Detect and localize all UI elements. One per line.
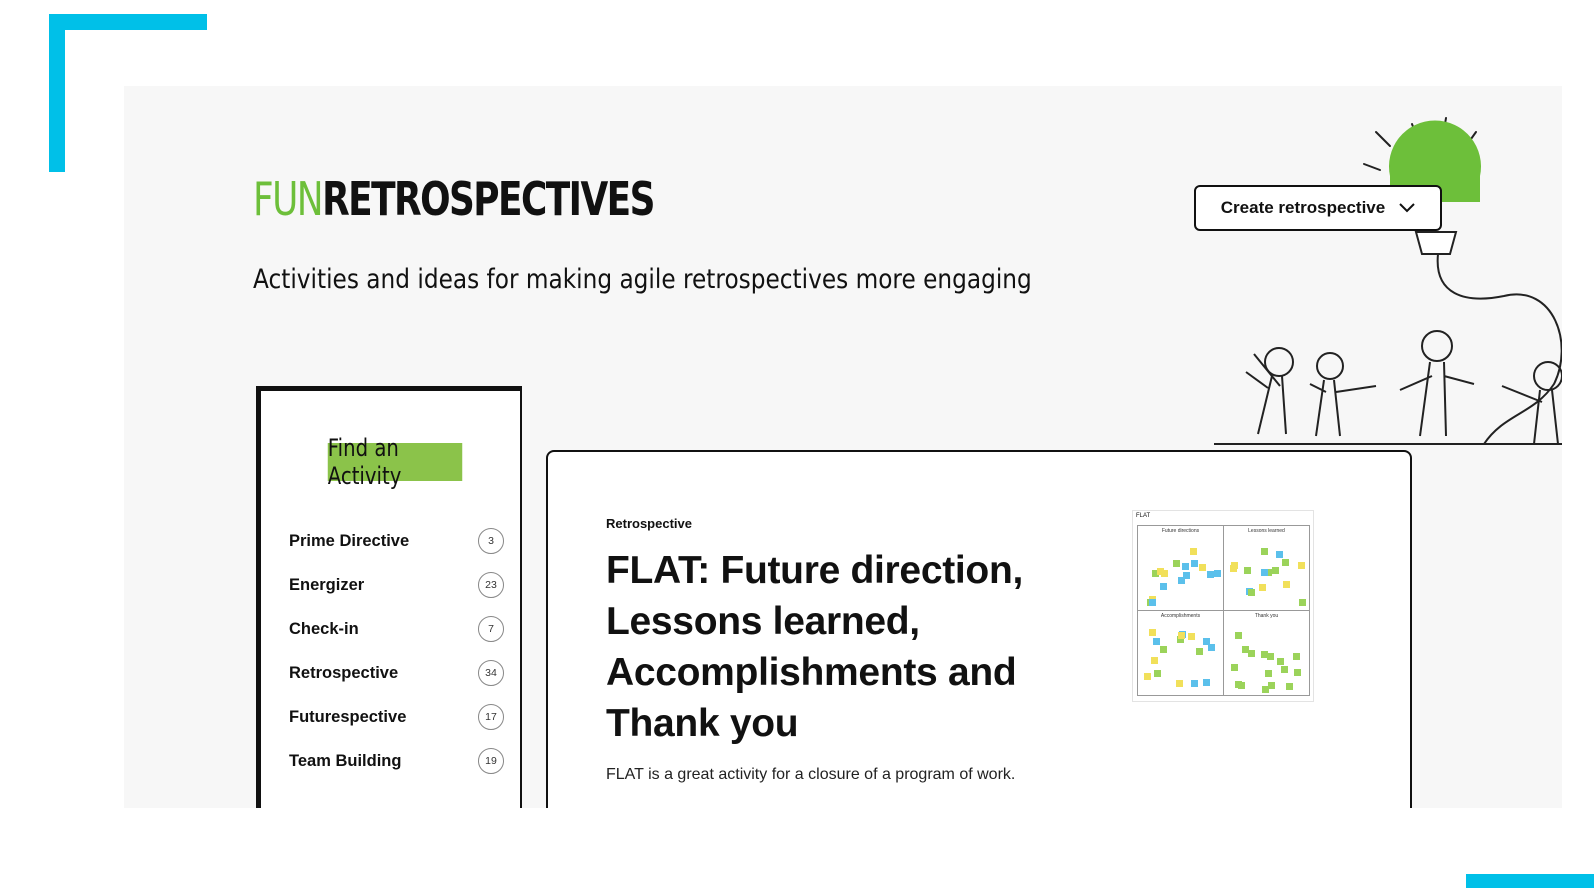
category-label: Retrospective: [289, 663, 399, 682]
sticky-note: [1190, 547, 1198, 555]
sticky-note: [1154, 670, 1162, 678]
quadrant-label: Lessons learned: [1248, 528, 1285, 534]
logo-fun: FUN: [253, 172, 324, 226]
activity-category: Retrospective: [606, 516, 692, 531]
activity-thumbnail[interactable]: FLAT Future directions Lessons learned A…: [1132, 510, 1314, 702]
sticky-note: [1294, 668, 1302, 676]
sticky-note: [1143, 673, 1151, 681]
category-list: Prime Directive 3 Energizer 23 Check-in …: [289, 519, 504, 783]
sticky-note: [1182, 562, 1190, 570]
sticky-note: [1198, 564, 1206, 572]
sticky-note: [1183, 572, 1191, 580]
sticky-note: [1152, 637, 1160, 645]
browser-viewport: FUNRETROSPECTIVES Activities and ideas f…: [124, 86, 1562, 808]
sticky-note: [1175, 680, 1183, 688]
sticky-note: [1191, 559, 1199, 567]
chevron-down-icon: [1399, 203, 1415, 213]
sticky-note: [1159, 645, 1167, 653]
activity-description: FLAT is a great activity for a closure o…: [606, 766, 1016, 783]
sticky-note: [1261, 569, 1269, 577]
create-retrospective-button[interactable]: Create retrospective: [1194, 185, 1442, 231]
logo-retrospectives: RETROSPECTIVES: [322, 172, 655, 226]
category-label: Prime Directive: [289, 531, 410, 550]
site-tagline: Activities and ideas for making agile re…: [253, 264, 1032, 295]
activity-title[interactable]: FLAT: Future direction, Lessons learned,…: [606, 545, 1076, 749]
corner-accent-bottom-right: [1466, 874, 1594, 888]
category-count-badge: 7: [478, 616, 504, 642]
category-count-badge: 3: [478, 528, 504, 554]
sticky-note: [1234, 632, 1242, 640]
sticky-note: [1178, 631, 1186, 639]
sticky-note: [1298, 598, 1306, 606]
category-retrospective[interactable]: Retrospective 34: [289, 651, 504, 695]
quadrant-label: Future directions: [1161, 528, 1200, 534]
sticky-note: [1190, 680, 1198, 688]
corner-accent-vertical: [49, 14, 65, 172]
sticky-note: [1285, 682, 1293, 690]
sticky-note: [1260, 548, 1268, 556]
sticky-note: [1292, 652, 1300, 660]
board-title: FLAT: [1136, 513, 1151, 519]
sticky-note: [1272, 567, 1280, 575]
sticky-note: [1297, 562, 1305, 570]
sticky-note: [1282, 559, 1290, 566]
sticky-note: [1148, 598, 1156, 606]
sticky-note: [1264, 670, 1272, 678]
lightbulb-team-illustration: [1214, 117, 1562, 445]
sticky-note: [1248, 588, 1256, 596]
sticky-note: [1280, 666, 1288, 674]
sticky-note: [1202, 678, 1210, 686]
category-label: Team Building: [289, 751, 402, 770]
category-label: Check-in: [289, 619, 359, 638]
find-activity-heading: Find an Activity: [327, 434, 463, 490]
category-energizer[interactable]: Energizer 23: [289, 563, 504, 607]
sticky-note: [1148, 629, 1156, 637]
category-label: Futurespective: [289, 707, 407, 726]
sticky-note: [1202, 638, 1210, 646]
featured-activity-card[interactable]: Retrospective FLAT: Future direction, Le…: [546, 450, 1412, 808]
category-check-in[interactable]: Check-in 7: [289, 607, 504, 651]
create-retrospective-label: Create retrospective: [1220, 198, 1386, 217]
sticky-note: [1229, 564, 1237, 572]
sticky-note: [1231, 664, 1239, 672]
sticky-note: [1156, 568, 1164, 576]
corner-accent-horizontal: [49, 14, 207, 30]
sticky-note: [1150, 656, 1158, 664]
sticky-note: [1172, 560, 1180, 568]
category-team-building[interactable]: Team Building 19: [289, 739, 504, 783]
category-count-badge: 23: [478, 572, 504, 598]
category-futurespective[interactable]: Futurespective 17: [289, 695, 504, 739]
quadrant-label: Thank you: [1254, 613, 1279, 619]
sticky-note: [1213, 569, 1221, 577]
sticky-note: [1187, 633, 1195, 641]
site-logo[interactable]: FUNRETROSPECTIVES: [253, 176, 655, 222]
category-count-badge: 19: [478, 748, 504, 774]
category-label: Energizer: [289, 575, 365, 594]
sticky-note: [1276, 657, 1284, 665]
sticky-note: [1237, 681, 1245, 689]
category-count-badge: 34: [478, 660, 504, 686]
sticky-note: [1159, 583, 1167, 591]
category-prime-directive[interactable]: Prime Directive 3: [289, 519, 504, 563]
activity-sidebar: Find an Activity Prime Directive 3 Energ…: [256, 386, 522, 808]
sticky-note: [1267, 653, 1275, 661]
sticky-note: [1244, 566, 1252, 574]
sticky-note: [1258, 583, 1266, 591]
sticky-note: [1276, 551, 1283, 559]
sticky-note: [1196, 648, 1204, 656]
sticky-note: [1206, 571, 1214, 579]
sticky-note: [1262, 686, 1269, 694]
quadrant-label: Accomplishments: [1160, 613, 1201, 619]
sticky-note: [1242, 646, 1250, 654]
category-count-badge: 17: [478, 704, 504, 730]
sticky-note: [1282, 581, 1290, 589]
